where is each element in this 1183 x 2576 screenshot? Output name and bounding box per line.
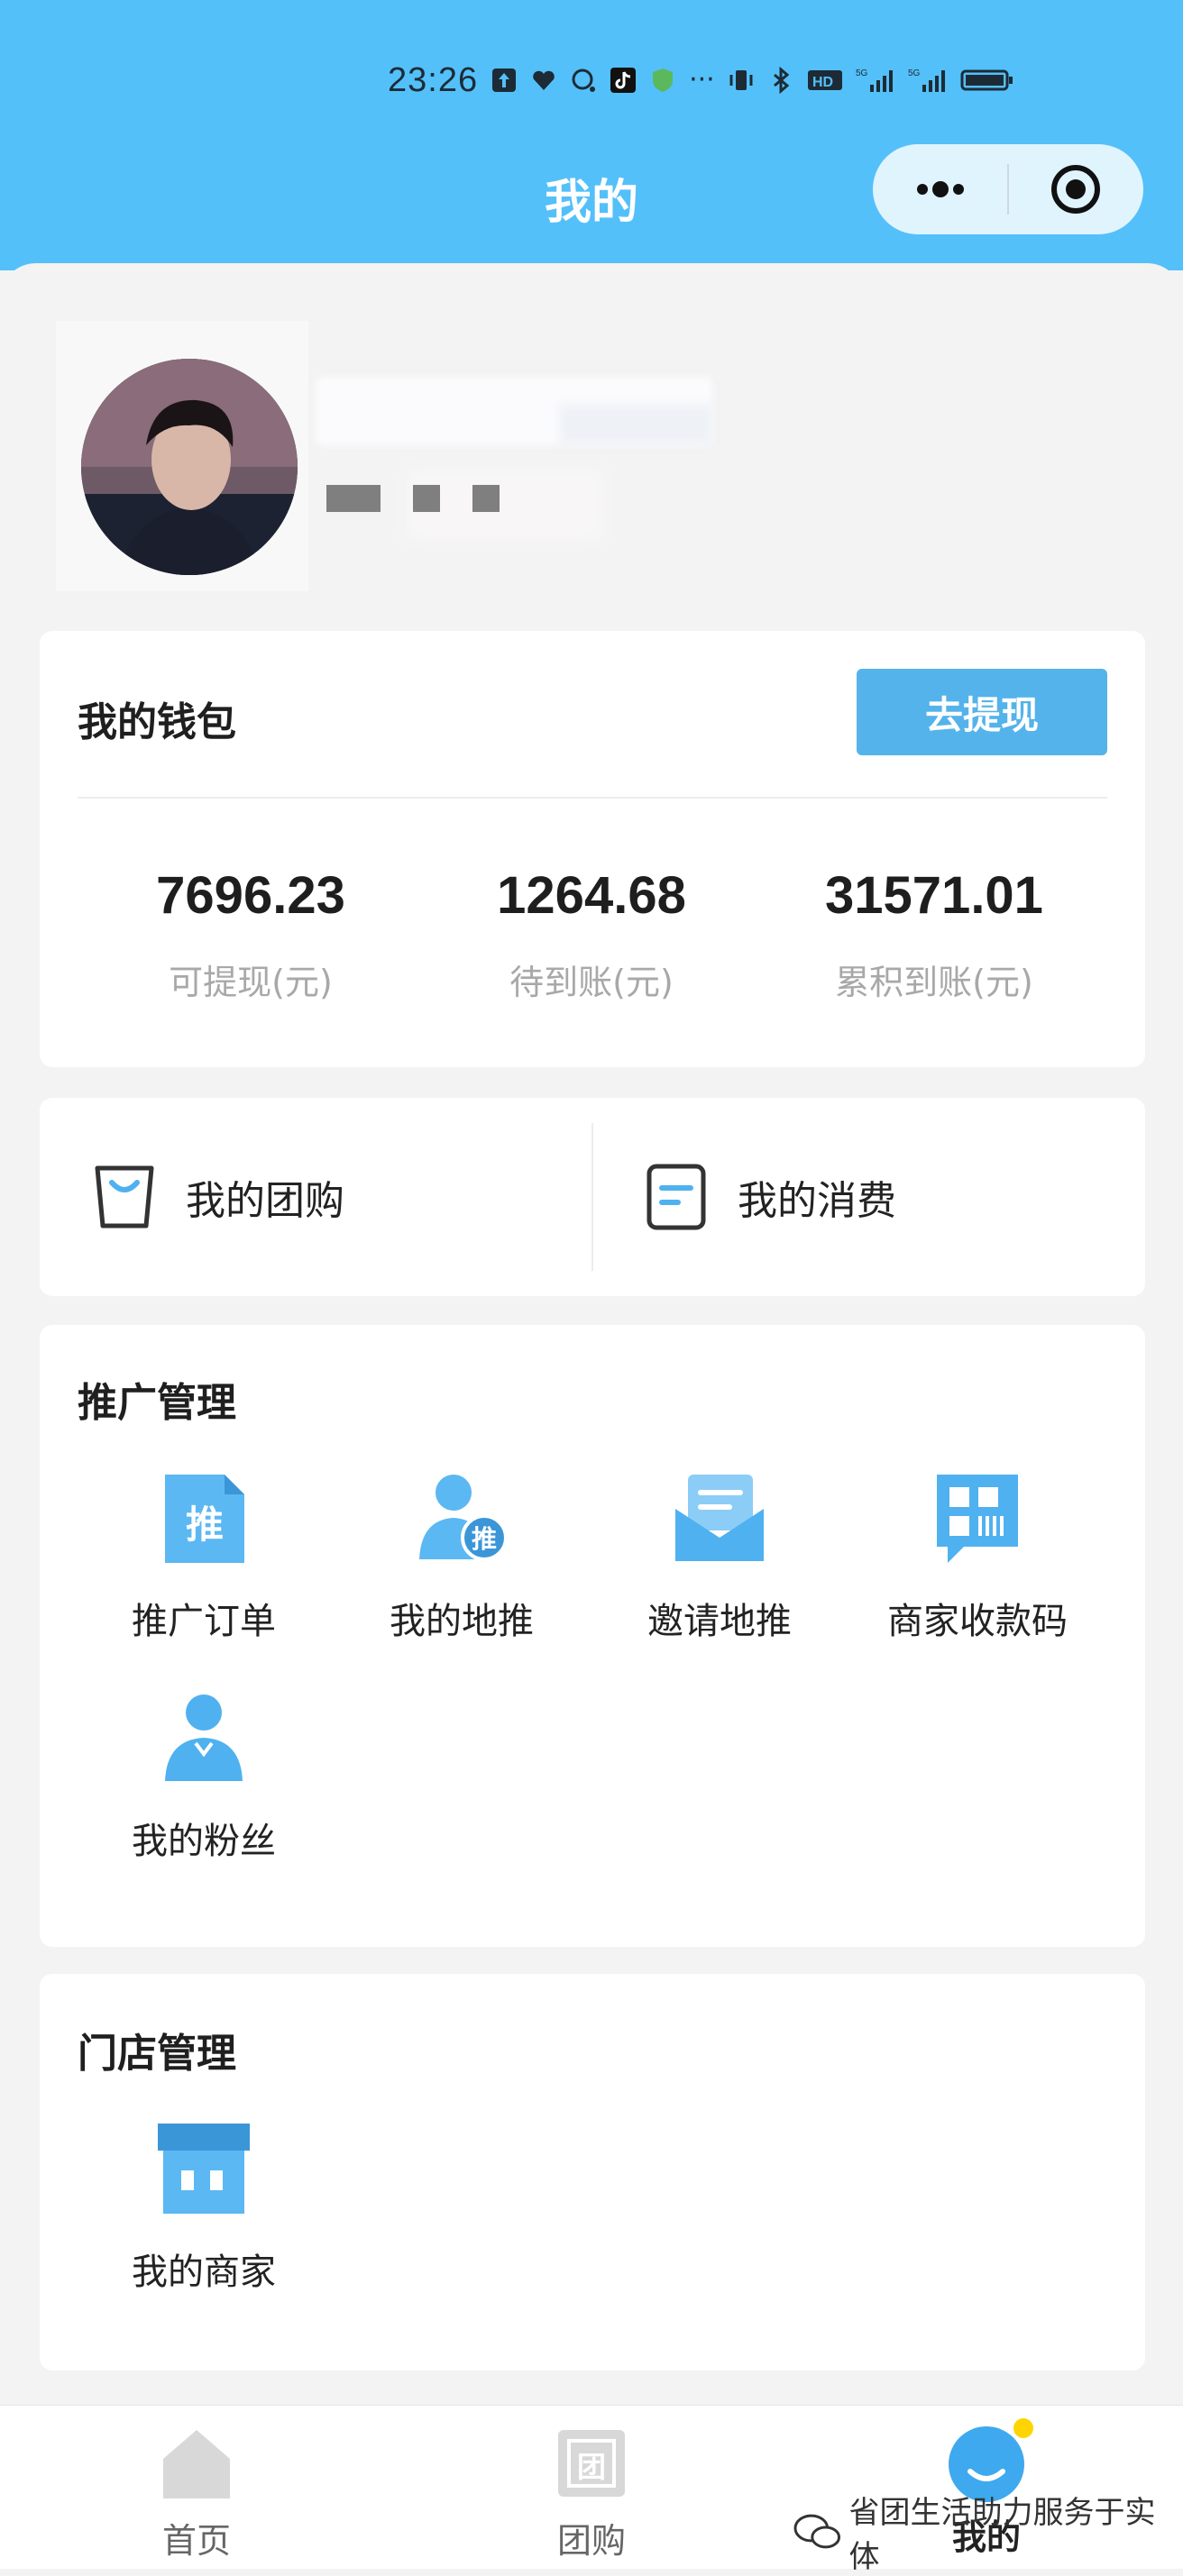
tiktok-icon — [610, 67, 637, 94]
stat-value: 7696.23 — [79, 865, 422, 926]
status-time: 23:26 — [388, 61, 478, 100]
icon-glyph: 团 — [577, 2450, 606, 2484]
vibrate-icon — [728, 67, 755, 94]
tab-label: 首页 — [106, 2513, 287, 2562]
svg-text:5G: 5G — [908, 69, 921, 78]
watermark: 省团生活助力服务于实体 — [793, 2488, 1183, 2576]
stat-value: 1264.68 — [420, 865, 763, 926]
grid-item-merchant-qr[interactable]: 商家收款码 — [851, 1469, 1104, 1644]
promotion-title: 推广管理 — [78, 1370, 236, 1428]
signal-5g-icon: 5G — [908, 67, 948, 94]
fans-icon — [154, 1689, 253, 1788]
wechat-icon — [793, 2514, 842, 2550]
grid-item-my-ground-promo[interactable]: 推 我的地推 — [335, 1469, 588, 1644]
wallet-divider — [78, 797, 1107, 799]
status-bar: 23:26 ··· HD 5G 5G — [388, 56, 1014, 105]
stat-pending[interactable]: 1264.68 待到账(元) — [420, 865, 763, 1004]
close-miniprogram-button[interactable] — [1009, 144, 1143, 234]
tab-home[interactable]: 首页 — [106, 2425, 287, 2562]
quick-link-label: 我的团购 — [186, 1168, 344, 1226]
stat-label: 待到账(元) — [420, 955, 763, 1004]
target-circle-icon — [1049, 162, 1103, 216]
stat-label: 可提现(元) — [79, 955, 422, 1004]
heart-icon — [530, 67, 557, 94]
home-icon — [158, 2425, 235, 2502]
bluetooth-icon — [767, 67, 794, 94]
mini-program-capsule — [873, 144, 1143, 234]
stat-value: 31571.01 — [763, 865, 1105, 926]
watermark-text: 省团生活助力服务于实体 — [849, 2488, 1183, 2576]
grid-item-label: 我的粉丝 — [78, 1812, 330, 1864]
user-id-redacted — [326, 485, 500, 512]
stat-label: 累积到账(元) — [763, 955, 1105, 1004]
stat-accumulated[interactable]: 31571.01 累积到账(元) — [763, 865, 1105, 1004]
shield-icon — [649, 67, 676, 94]
more-menu-button[interactable] — [873, 144, 1007, 234]
my-group-buy-link[interactable]: 我的团购 — [90, 1163, 344, 1231]
grid-item-label: 我的商家 — [78, 2243, 330, 2295]
grid-item-promo-orders[interactable]: 推 推广订单 — [78, 1469, 330, 1644]
redaction-block — [413, 485, 440, 512]
signal-5g-icon: 5G — [856, 67, 895, 94]
more-icon: ··· — [689, 67, 715, 94]
shopping-bag-icon — [90, 1163, 159, 1231]
group-buy-icon: 团 — [553, 2425, 630, 2502]
icon-glyph: 推 — [472, 1524, 497, 1554]
grid-item-label: 推广订单 — [78, 1592, 330, 1644]
promo-order-icon: 推 — [154, 1469, 253, 1568]
tab-label: 团购 — [501, 2513, 682, 2562]
chat-icon — [570, 67, 597, 94]
avatar-image — [81, 359, 298, 575]
receipt-icon — [642, 1163, 711, 1231]
grid-item-label: 商家收款码 — [851, 1592, 1104, 1644]
hd-icon: HD — [807, 67, 843, 94]
grid-item-my-merchant[interactable]: 我的商家 — [78, 2120, 330, 2295]
quick-links-divider — [592, 1123, 593, 1271]
svg-text:5G: 5G — [856, 69, 868, 78]
battery-icon — [960, 67, 1014, 94]
qr-code-icon — [928, 1469, 1027, 1568]
grid-item-invite-ground-promo[interactable]: 邀请地推 — [593, 1469, 846, 1644]
invite-mail-icon — [670, 1469, 769, 1568]
more-dots-icon — [913, 180, 967, 198]
grid-item-label: 我的地推 — [335, 1592, 588, 1644]
quick-link-label: 我的消费 — [738, 1168, 896, 1226]
store-title: 门店管理 — [78, 2021, 236, 2078]
wallet-title: 我的钱包 — [78, 690, 236, 747]
tab-group-buy[interactable]: 团 团购 — [501, 2425, 682, 2562]
username-redacted-accent — [559, 404, 712, 445]
my-consumption-link[interactable]: 我的消费 — [642, 1163, 896, 1231]
user-promo-icon: 推 — [412, 1469, 511, 1568]
storefront-icon — [154, 2120, 253, 2219]
redaction-block — [326, 485, 381, 512]
avatar[interactable] — [81, 359, 298, 575]
svg-text:HD: HD — [812, 75, 833, 90]
stat-withdrawable[interactable]: 7696.23 可提现(元) — [79, 865, 422, 1004]
redaction-block — [472, 485, 500, 512]
icon-glyph: 推 — [186, 1503, 224, 1547]
grid-item-label: 邀请地推 — [593, 1592, 846, 1644]
upload-icon — [491, 67, 518, 94]
grid-item-my-fans[interactable]: 我的粉丝 — [78, 1689, 330, 1864]
withdraw-button[interactable]: 去提现 — [857, 669, 1107, 755]
